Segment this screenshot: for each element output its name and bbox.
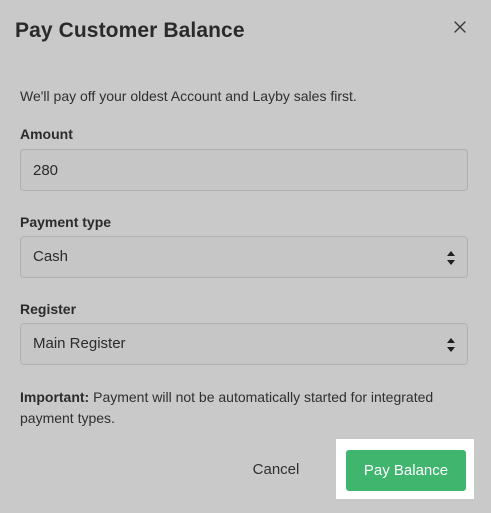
- cancel-button[interactable]: Cancel: [240, 452, 312, 488]
- payment-type-value: Cash: [33, 248, 69, 265]
- close-icon: [454, 21, 466, 33]
- important-note-label: Important:: [20, 389, 90, 405]
- important-note: Important: Payment will not be automatic…: [20, 387, 460, 429]
- dialog-title: Pay Customer Balance: [15, 19, 245, 42]
- payment-type-select[interactable]: Cash: [20, 236, 468, 278]
- register-value: Main Register: [33, 335, 126, 352]
- select-arrows-icon: [445, 336, 457, 354]
- pay-balance-button[interactable]: Pay Balance: [346, 450, 466, 491]
- amount-field-box: [20, 149, 468, 191]
- register-select[interactable]: Main Register: [20, 323, 468, 365]
- register-label: Register: [20, 301, 77, 317]
- pay-customer-balance-dialog: Pay Customer Balance We'll pay off your …: [0, 0, 491, 513]
- close-button[interactable]: [449, 16, 471, 38]
- amount-label: Amount: [20, 126, 73, 142]
- select-arrows-icon: [445, 249, 457, 267]
- dialog-description: We'll pay off your oldest Account and La…: [20, 88, 357, 104]
- amount-input[interactable]: [21, 150, 467, 190]
- payment-type-label: Payment type: [20, 214, 112, 230]
